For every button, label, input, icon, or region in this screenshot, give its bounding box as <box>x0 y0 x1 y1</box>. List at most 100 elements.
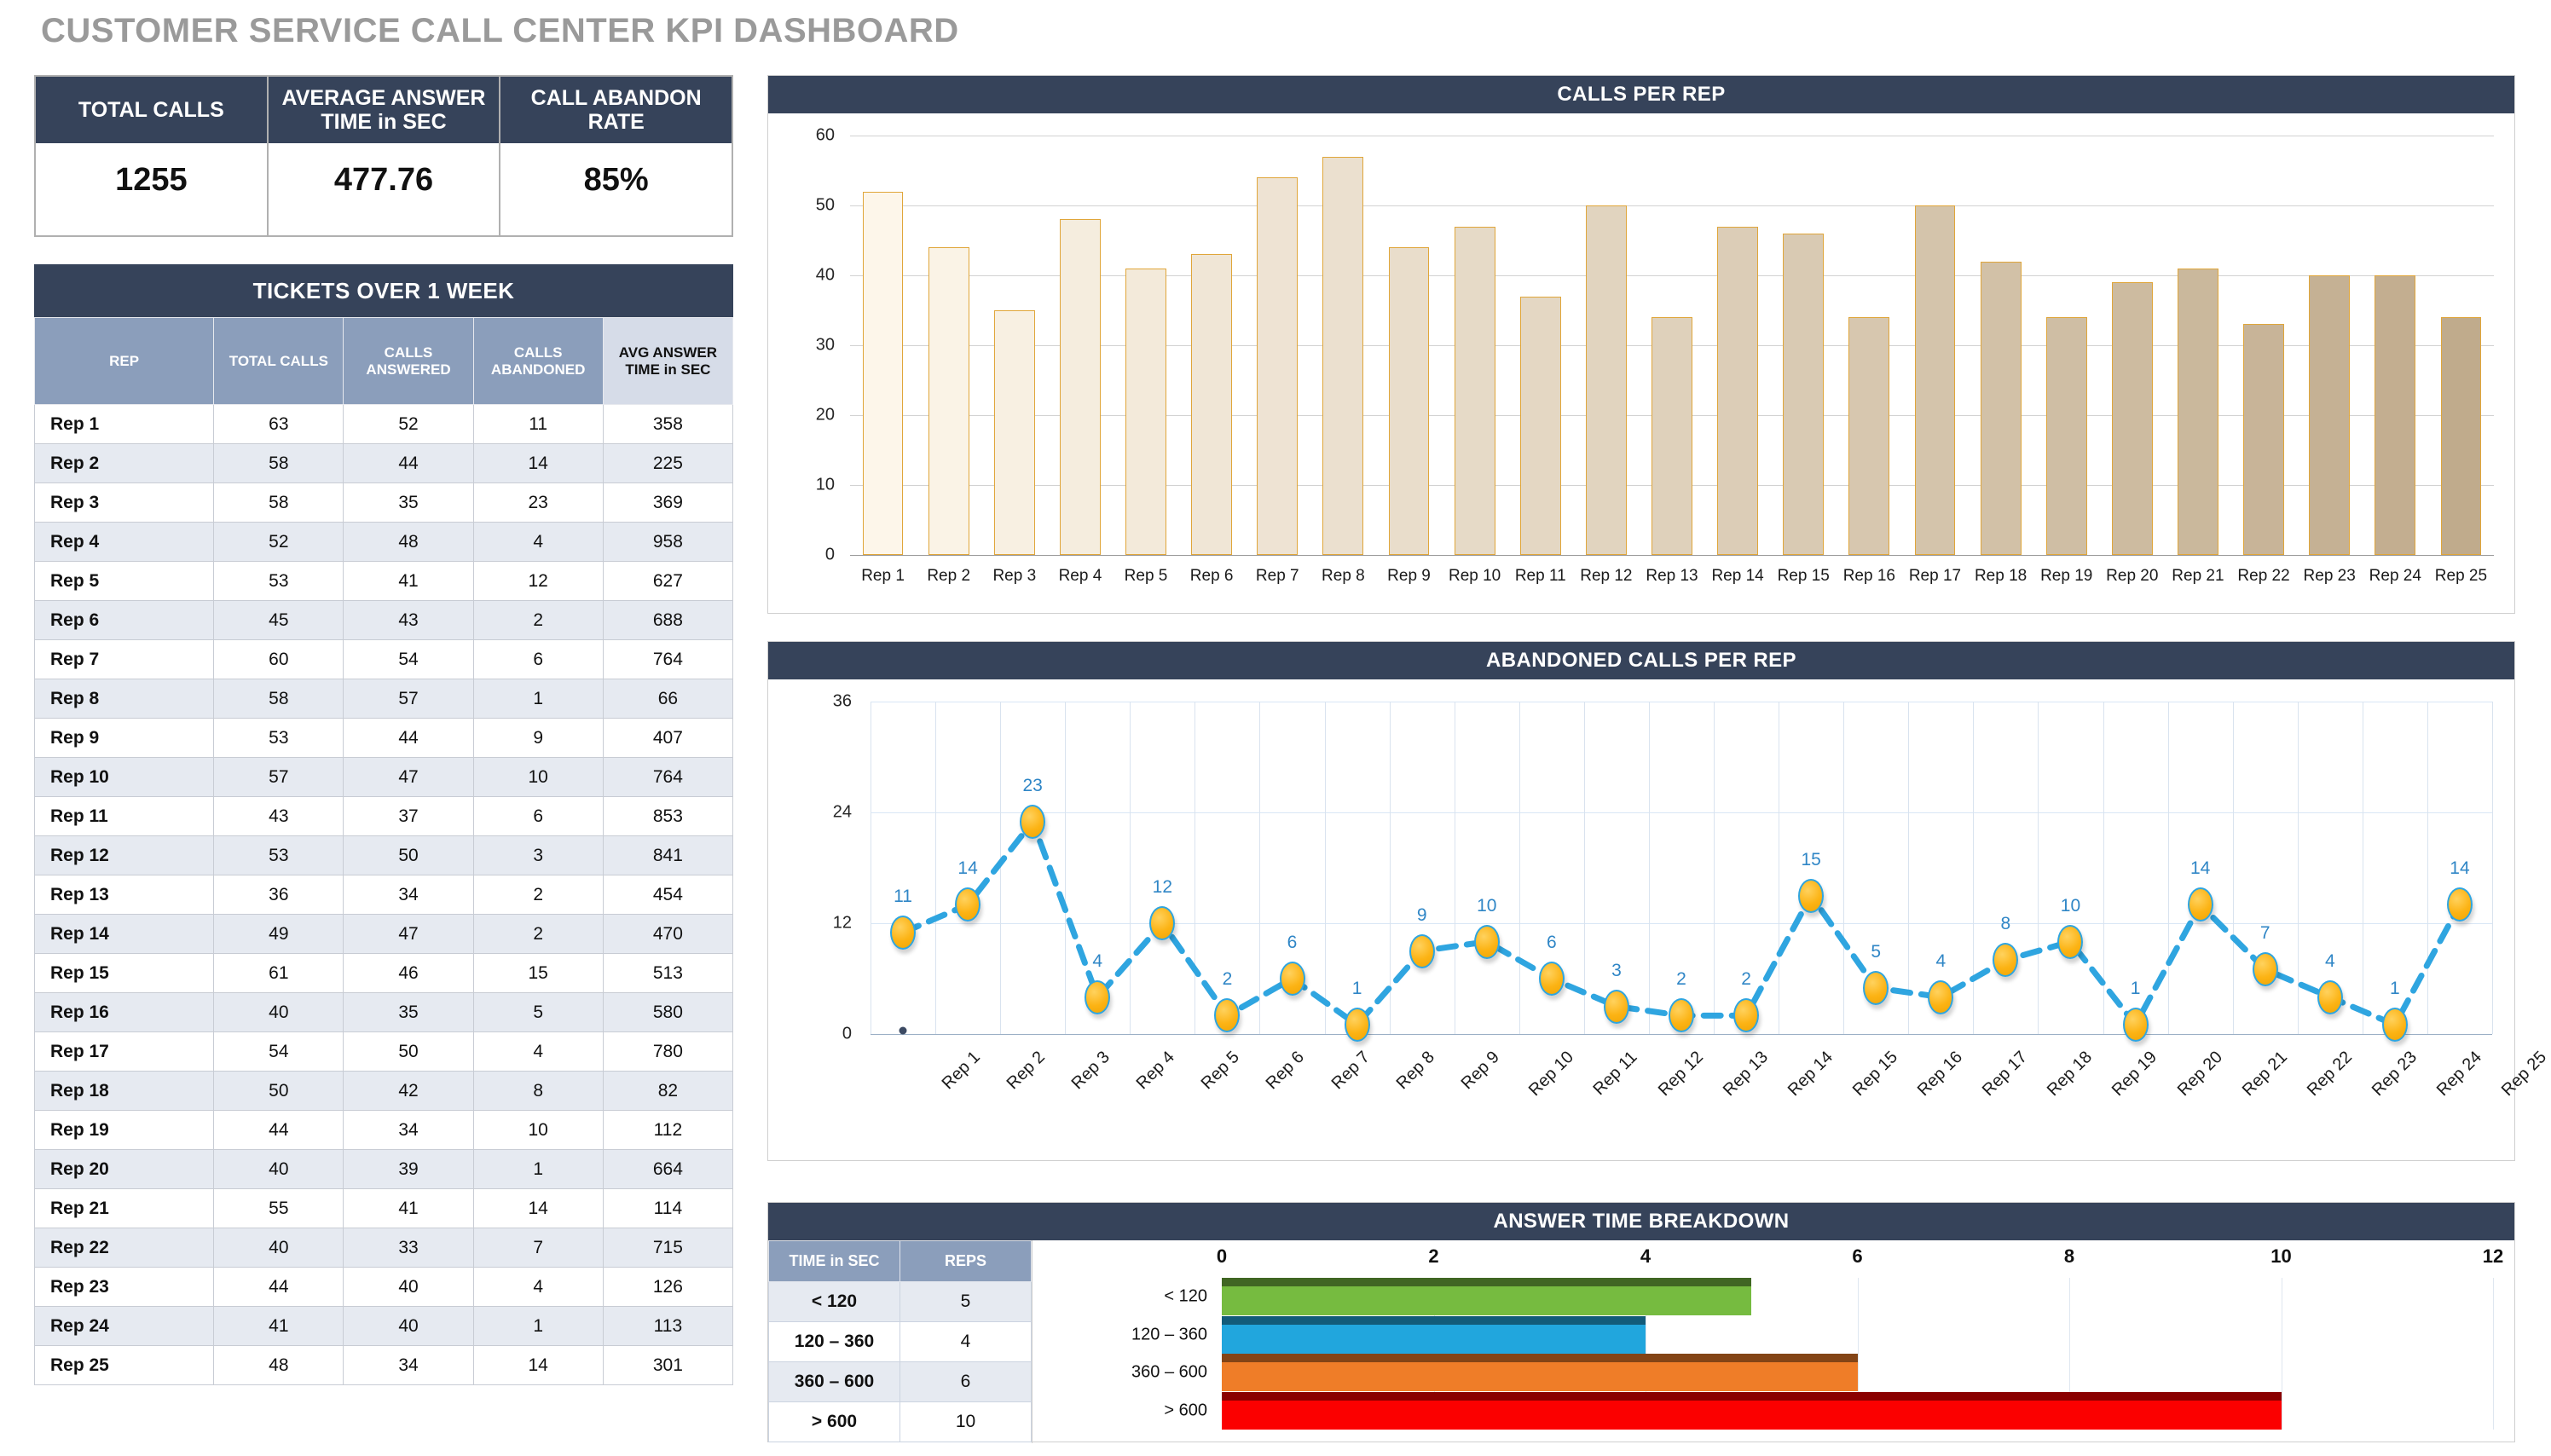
data-point-marker <box>1863 970 1889 1005</box>
data-point-label: 4 <box>1935 950 1947 971</box>
data-cell: 764 <box>602 757 734 797</box>
table-row: Rep 7 60 54 6 764 <box>33 639 734 679</box>
table-row: Rep 24 41 40 1 113 <box>33 1306 734 1346</box>
x-axis-tick-label: Rep 13 <box>1646 567 1698 585</box>
data-point-marker <box>1214 998 1241 1033</box>
bar <box>2309 275 2351 555</box>
bar-top-shade <box>1222 1315 1646 1325</box>
x-axis-tick-label: Rep 6 <box>1189 567 1234 585</box>
data-cell: 113 <box>602 1306 734 1346</box>
data-cell: 7 <box>472 1228 604 1268</box>
table-row: Rep 22 40 33 7 715 <box>33 1228 734 1268</box>
data-cell: 58 <box>213 443 344 483</box>
data-point-marker <box>1603 989 1629 1024</box>
data-point-label: 10 <box>1477 895 1497 916</box>
bar <box>1783 233 1825 555</box>
table-row: Rep 12 53 50 3 841 <box>33 835 734 875</box>
bar <box>1717 226 1759 555</box>
data-cell: 66 <box>602 679 734 719</box>
data-cell: 35 <box>343 992 474 1032</box>
bar <box>1980 261 2022 555</box>
data-point-marker <box>1085 979 1111 1014</box>
rep-name-cell: Rep 13 <box>33 875 215 915</box>
calls-per-rep-panel: CALLS PER REP 0 10 20 30 40 50 60 Rep 1 Rep 2 Rep… <box>767 75 2515 614</box>
data-cell: 44 <box>213 1267 344 1307</box>
table-row: > 600 10 <box>768 1401 1032 1442</box>
rep-name-cell: Rep 8 <box>33 679 215 719</box>
data-cell: 53 <box>213 718 344 758</box>
data-cell: 23 <box>472 482 604 523</box>
data-cell: 225 <box>602 443 734 483</box>
rep-name-cell: Rep 21 <box>33 1188 215 1228</box>
kpi-summary-table: TOTAL CALLS 1255 AVERAGE ANSWER TIME in … <box>34 75 733 237</box>
y-axis-tick-label: 20 <box>815 405 835 425</box>
data-cell: 715 <box>602 1228 734 1268</box>
data-cell: 53 <box>213 561 344 601</box>
x-axis-tick-label: Rep 15 <box>1777 567 1830 585</box>
page-title: CUSTOMER SERVICE CALL CENTER KPI DASHBOA… <box>41 12 959 49</box>
data-cell: 40 <box>343 1267 474 1307</box>
data-cell: 41 <box>213 1306 344 1346</box>
data-cell: 54 <box>343 639 474 679</box>
table-row: 120 – 360 4 <box>768 1321 1032 1362</box>
data-cell: 57 <box>343 679 474 719</box>
x-axis-tick-label: Rep 1 <box>861 567 905 585</box>
data-point-marker <box>890 915 917 950</box>
rep-name-cell: Rep 25 <box>33 1345 215 1385</box>
x-axis-tick-label: 0 <box>1216 1245 1228 1267</box>
x-axis-tick-label: 2 <box>1428 1245 1439 1267</box>
data-cell: 841 <box>602 835 734 875</box>
x-axis-tick-label: Rep 5 <box>1124 567 1168 585</box>
data-cell: 1 <box>472 679 604 719</box>
data-point-label: 6 <box>1287 933 1298 952</box>
data-cell: 41 <box>343 1188 474 1228</box>
data-point-label: 2 <box>1222 969 1233 990</box>
tickets-over-1-week-section: TICKETS OVER 1 WEEK REP TOTAL CALLS CALLS … <box>33 264 734 1385</box>
bar-top-shade <box>1222 1354 1858 1363</box>
bar <box>2045 317 2087 555</box>
data-point-marker <box>1798 878 1825 913</box>
data-cell: 958 <box>602 522 734 562</box>
data-cell: 470 <box>602 914 734 954</box>
data-point-marker <box>2446 887 2473 922</box>
data-cell: 664 <box>602 1149 734 1189</box>
rep-name-cell: Rep 5 <box>33 561 215 601</box>
y-axis-tick-label: 30 <box>815 335 835 355</box>
data-point-label: 2 <box>1741 969 1751 990</box>
data-point-label: 8 <box>2000 914 2011 934</box>
bar <box>1914 205 1956 555</box>
data-point-label: 7 <box>2259 923 2270 944</box>
data-point-label: 1 <box>2130 979 2141 999</box>
data-cell: 580 <box>602 992 734 1032</box>
horizontal-bar <box>1222 1278 1752 1316</box>
rep-name-cell: Rep 14 <box>33 914 215 954</box>
bar <box>1125 268 1166 555</box>
answer-time-breakdown-panel: ANSWER TIME BREAKDOWN TIME in SEC REPS < 1… <box>767 1202 2515 1443</box>
category-label: < 120 <box>1164 1286 1207 1306</box>
data-cell: 48 <box>213 1345 344 1385</box>
x-axis-tick-label: Rep 19 <box>2040 567 2093 585</box>
bar <box>1519 296 1561 555</box>
bar <box>1257 177 1299 555</box>
data-cell: 6 <box>472 639 604 679</box>
data-point-label: 5 <box>1871 941 1882 962</box>
data-point-label: 14 <box>2450 858 2470 879</box>
rep-name-cell: Rep 10 <box>33 757 215 797</box>
data-cell: 853 <box>602 796 734 836</box>
data-point-marker <box>2122 1008 2149 1043</box>
data-cell: 8 <box>472 1071 604 1111</box>
tickets-table-header-row: REP TOTAL CALLS CALLS ANSWERED CALLS ABANDO… <box>33 317 734 405</box>
bar-top-shade <box>1222 1391 2282 1401</box>
x-axis-tick-label: Rep 7 <box>1255 567 1299 585</box>
data-cell: 47 <box>343 757 474 797</box>
data-cell: 43 <box>343 600 474 640</box>
table-row: Rep 25 48 34 14 301 <box>33 1345 734 1385</box>
data-point-label: 15 <box>1801 849 1821 870</box>
data-point-marker <box>1538 962 1565 996</box>
y-axis-tick-label: 10 <box>815 475 835 494</box>
data-cell: 44 <box>343 443 474 483</box>
data-cell: 55 <box>213 1188 344 1228</box>
tickets-col-header: REP <box>33 317 215 405</box>
data-cell: 112 <box>602 1110 734 1150</box>
rep-name-cell: Rep 20 <box>33 1149 215 1189</box>
